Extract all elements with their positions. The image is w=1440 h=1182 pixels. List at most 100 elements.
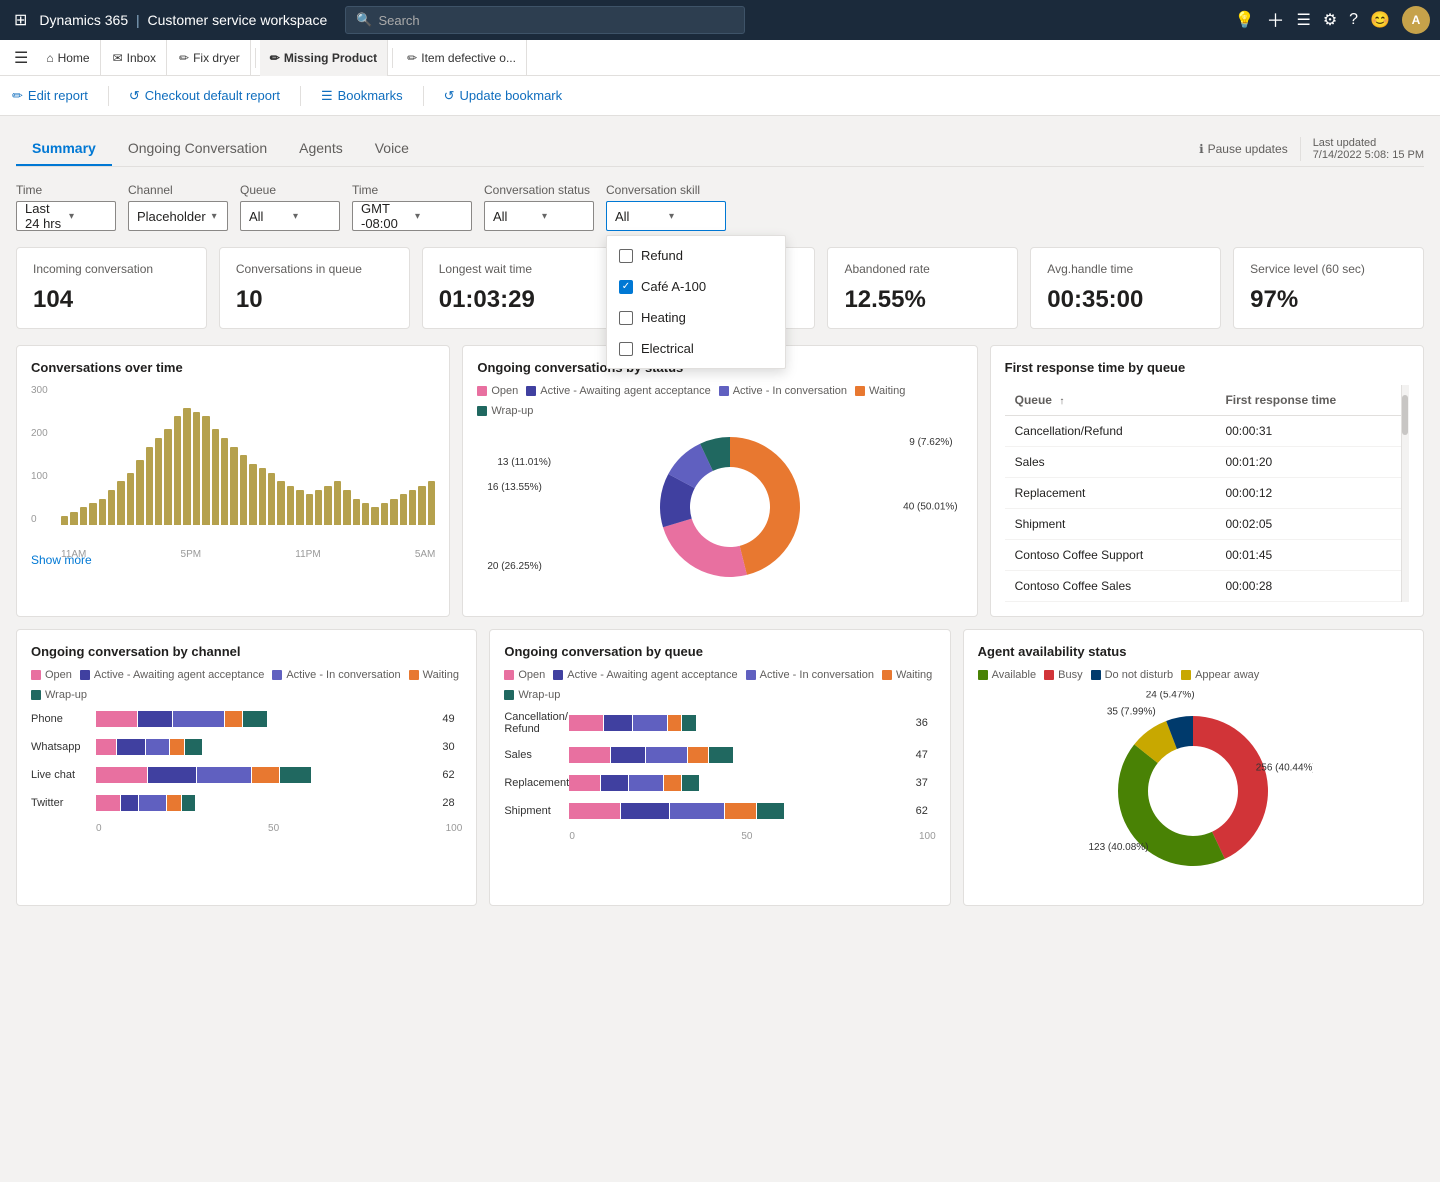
search-icon: 🔍	[356, 12, 372, 28]
bar	[362, 503, 369, 525]
y-axis: 300 200 100 0	[31, 385, 48, 525]
bar	[418, 486, 425, 525]
tab-voice[interactable]: Voice	[359, 132, 425, 166]
feedback-icon[interactable]: 😊	[1370, 10, 1390, 30]
filter-queue-select[interactable]: All ▾	[240, 201, 340, 231]
bar	[306, 494, 313, 524]
sort-icon[interactable]: ↑	[1059, 396, 1064, 407]
tab-menu-icon[interactable]: ☰	[8, 44, 34, 72]
checkbox-refund[interactable]	[619, 249, 633, 263]
inbox-icon: ✉	[113, 51, 123, 65]
bar	[155, 438, 162, 525]
bar	[296, 490, 303, 525]
bar-chart: 300 200 100 0 11AM 5PM 11PM 5AM	[31, 385, 435, 545]
checkbox-electrical[interactable]	[619, 342, 633, 356]
bar	[390, 499, 397, 525]
hbar-segment	[629, 775, 663, 791]
dropdown-item-cafe[interactable]: ✓ Café A-100	[607, 271, 785, 302]
home-icon: ⌂	[46, 51, 53, 65]
bar	[146, 447, 153, 525]
table-scroll[interactable]: Queue ↑ First response time Cancellation…	[1005, 385, 1401, 602]
hbar-row: Replacement37	[504, 775, 935, 791]
hbar-segment	[604, 715, 631, 731]
bookmarks-btn[interactable]: ☰ Bookmarks	[321, 88, 403, 104]
ag-legend-busy: Busy	[1044, 669, 1082, 681]
filter-timezone-select[interactable]: GMT -08:00 ▾	[352, 201, 472, 231]
ongoing-by-channel-chart: Ongoing conversation by channel Open Act…	[16, 629, 477, 906]
edit-icon-1: ✏	[179, 51, 189, 65]
hbar-segment	[688, 747, 708, 763]
checkbox-heating[interactable]	[619, 311, 633, 325]
chevron-down-icon-2: ▾	[212, 211, 219, 222]
filter-queue: Queue All ▾	[240, 183, 340, 231]
top-nav: ⊞ Dynamics 365 | Customer service worksp…	[0, 0, 1440, 40]
filter-conv-status-select[interactable]: All ▾	[484, 201, 594, 231]
legend-wrap: Wrap-up	[477, 405, 533, 417]
toolbar: ✏ Edit report ↺ Checkout default report …	[0, 76, 1440, 116]
kpi-longest-wait: Longest wait time 01:03:29	[422, 247, 613, 329]
bar	[400, 494, 407, 524]
hbar-segment	[96, 711, 137, 727]
donut-svg	[620, 427, 820, 587]
ag-legend-available: Available	[978, 669, 1036, 681]
user-avatar[interactable]: A	[1402, 6, 1430, 34]
tab-home[interactable]: ⌂ Home	[36, 40, 100, 76]
filter-conv-skill-select[interactable]: All ▾	[606, 201, 726, 231]
channel-legend: Open Active - Awaiting agent acceptance …	[31, 669, 462, 701]
hbar-segment	[668, 715, 682, 731]
scrollbar[interactable]	[1401, 385, 1409, 602]
search-box[interactable]: 🔍 Search	[345, 6, 745, 34]
bar-chart-bars	[31, 385, 435, 525]
ag-legend-appear: Appear away	[1181, 669, 1259, 681]
agent-donut-svg: 256 (40.44%) 123 (40.08%) 35 (7.99%) 24 …	[1073, 691, 1313, 891]
filter-time-select[interactable]: Last 24 hrs ▾	[16, 201, 116, 231]
charts-bottom-row: Ongoing conversation by channel Open Act…	[16, 629, 1424, 906]
skill-dropdown: Refund ✓ Café A-100 Heating Electrical	[606, 235, 786, 369]
nav-icons: 💡 ＋ ☰ ⚙ ? 😊 A	[1235, 6, 1430, 34]
hbar-segment	[621, 803, 669, 819]
agent-donut: 256 (40.44%) 123 (40.08%) 35 (7.99%) 24 …	[978, 691, 1409, 891]
dropdown-item-electrical[interactable]: Electrical	[607, 333, 785, 364]
tab-missing-product[interactable]: ✏ Missing Product	[260, 40, 388, 76]
lightbulb-icon[interactable]: 💡	[1235, 10, 1255, 30]
tab-agents[interactable]: Agents	[283, 132, 359, 166]
bar	[249, 464, 256, 525]
hbar-row: Twitter28	[31, 795, 462, 811]
edit-report-btn[interactable]: ✏ Edit report	[12, 88, 88, 104]
settings-icon[interactable]: ⚙	[1323, 10, 1337, 30]
hbar-row: Sales47	[504, 747, 935, 763]
filter-channel-select[interactable]: Placeholder ▾	[128, 201, 228, 231]
tab-fix-dryer[interactable]: ✏ Fix dryer	[169, 40, 251, 76]
help-icon[interactable]: ?	[1349, 11, 1358, 29]
bar	[315, 490, 322, 525]
dropdown-item-heating[interactable]: Heating	[607, 302, 785, 333]
col-response-time: First response time	[1215, 385, 1401, 416]
toolbar-sep-3	[423, 86, 424, 106]
bar	[99, 499, 106, 525]
hbar-segment	[96, 795, 120, 811]
hbar-segment	[682, 715, 696, 731]
grid-icon[interactable]: ⊞	[10, 6, 31, 34]
checkbox-cafe[interactable]: ✓	[619, 280, 633, 294]
pause-updates-btn[interactable]: ℹ Pause updates	[1199, 142, 1288, 156]
bar	[287, 486, 294, 525]
table-row: Replacement00:00:12	[1005, 477, 1401, 508]
hbar-segment	[646, 747, 687, 763]
toolbar-sep-1	[108, 86, 109, 106]
tab-summary[interactable]: Summary	[16, 132, 112, 166]
tab-ongoing-conversation[interactable]: Ongoing Conversation	[112, 132, 283, 166]
table-row: Shipment00:02:05	[1005, 508, 1401, 539]
tab-item-defective[interactable]: ✏ Item defective o...	[397, 40, 527, 76]
table-row: Cancellation/Refund00:00:31	[1005, 415, 1401, 446]
chevron-down-icon-5: ▾	[542, 211, 585, 222]
plus-icon[interactable]: ＋	[1266, 7, 1284, 33]
tab-inbox[interactable]: ✉ Inbox	[103, 40, 167, 76]
multiline-icon[interactable]: ☰	[1296, 10, 1310, 30]
ch-legend-active-wait: Active - Awaiting agent acceptance	[80, 669, 264, 681]
queue-bar-chart: Cancellation/ Refund36Sales47Replacement…	[504, 711, 935, 819]
donut-segment	[663, 518, 747, 576]
dropdown-item-refund[interactable]: Refund	[607, 240, 785, 271]
channel-bar-chart: Phone49Whatsapp30Live chat62Twitter28	[31, 711, 462, 811]
checkout-report-btn[interactable]: ↺ Checkout default report	[129, 88, 280, 104]
update-bookmark-btn[interactable]: ↺ Update bookmark	[444, 88, 563, 104]
